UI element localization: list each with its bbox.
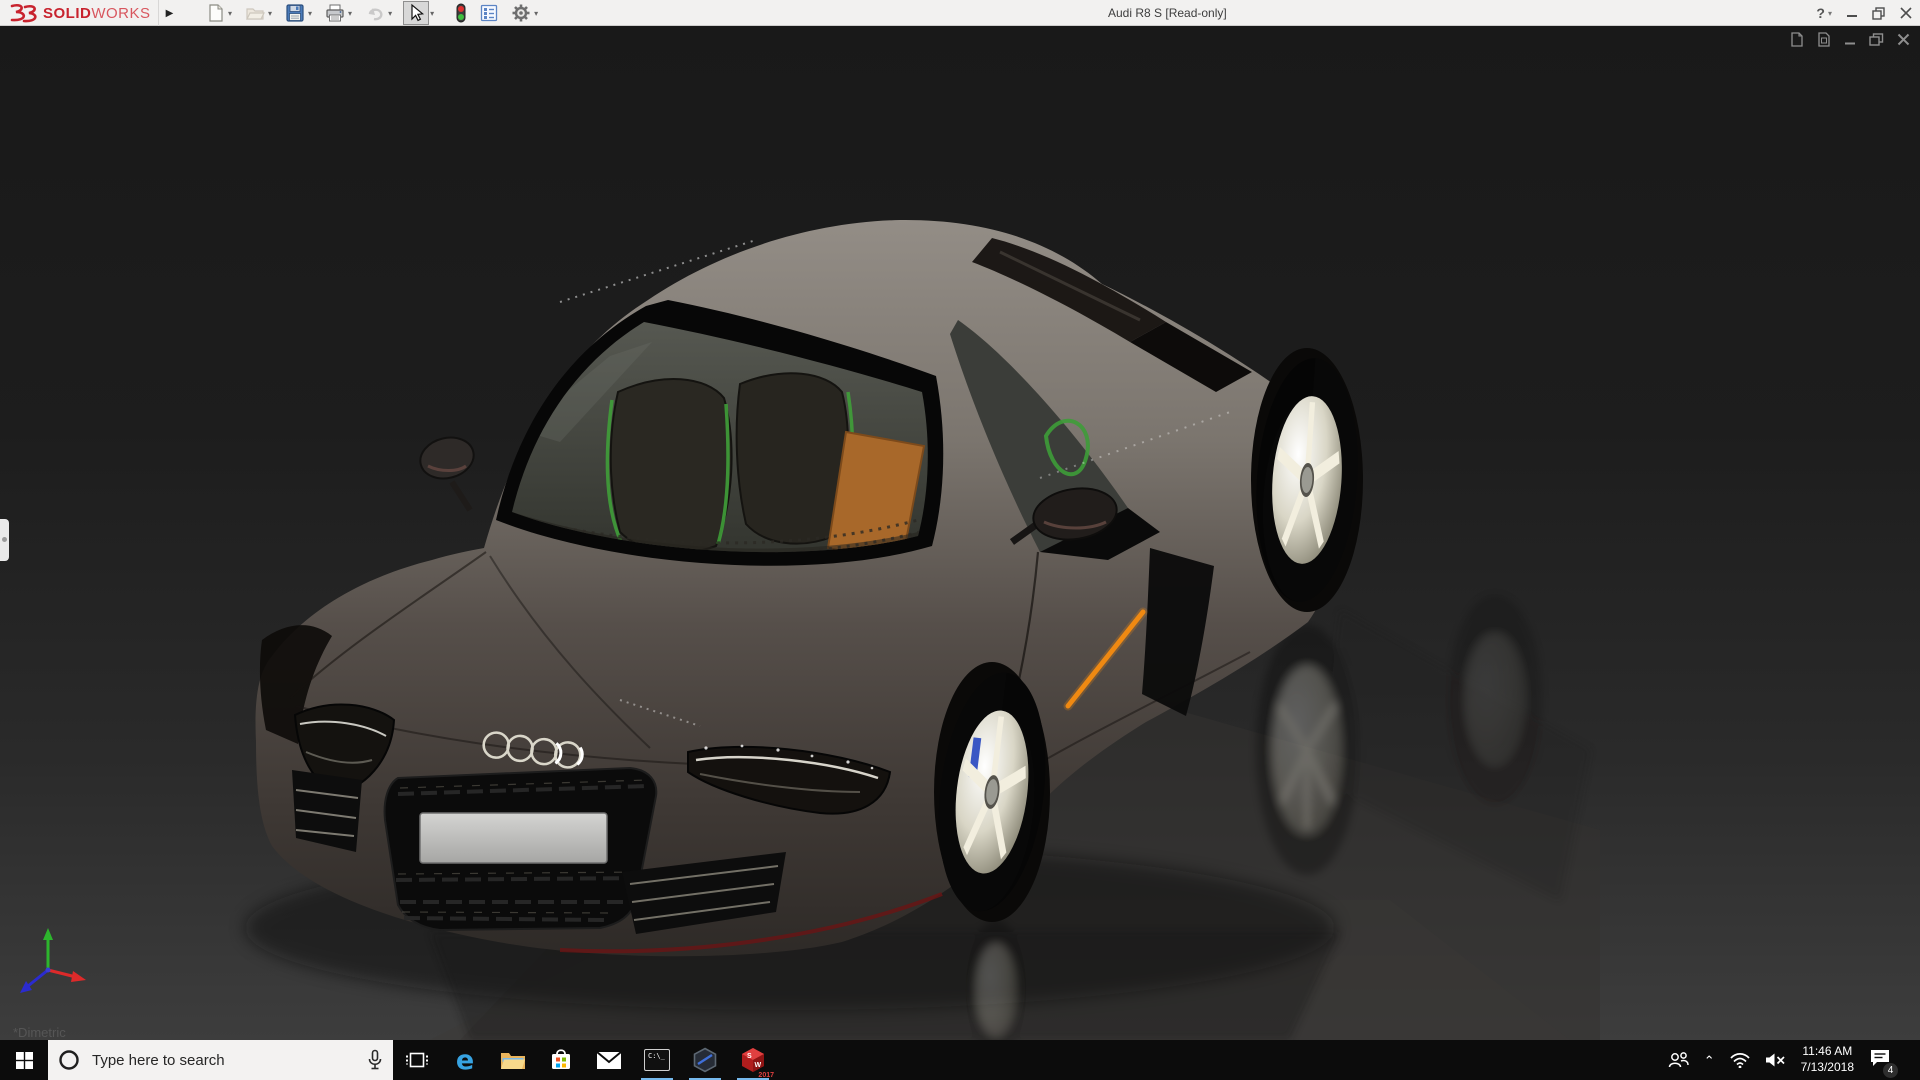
- orientation-triad: [14, 926, 92, 1000]
- help-dropdown-arrow: ▾: [1828, 9, 1832, 18]
- 3d-viewer-hexagon-icon: [692, 1047, 718, 1073]
- edge-icon: e: [456, 1047, 474, 1074]
- print-icon: [325, 3, 345, 23]
- search-input[interactable]: [90, 1051, 357, 1070]
- command-prompt-icon: C:\_: [644, 1049, 670, 1071]
- close-icon: [1900, 7, 1912, 19]
- minimize-button[interactable]: [1846, 7, 1858, 19]
- taskbar-3d-viewer-button[interactable]: [681, 1040, 729, 1080]
- taskbar-command-prompt-button[interactable]: C:\_: [633, 1040, 681, 1080]
- print-button[interactable]: [323, 1, 347, 25]
- graphics-area[interactable]: *Dimetric: [0, 26, 1920, 1040]
- open-folder-icon: [245, 3, 265, 23]
- undo-dropdown-arrow[interactable]: ▾: [388, 9, 392, 18]
- brand-text-works: WORKS: [91, 5, 150, 22]
- 3d-scene[interactable]: [0, 26, 1920, 1040]
- minimize-icon: [1846, 7, 1858, 19]
- side-mirror-left: [416, 432, 478, 510]
- brand-text-solid: SOLID: [43, 5, 91, 22]
- document-close-icon[interactable]: [1897, 33, 1910, 46]
- close-button[interactable]: [1900, 7, 1912, 19]
- solidworks-2017-icon: S W: [740, 1047, 766, 1073]
- mail-icon: [596, 1051, 622, 1070]
- file-properties-icon: [479, 3, 499, 23]
- svg-text:W: W: [755, 1062, 762, 1069]
- task-view-icon: [406, 1051, 428, 1069]
- license-plate: [420, 813, 607, 863]
- restore-icon: [1872, 7, 1886, 20]
- clock-time: 11:46 AM: [1801, 1044, 1854, 1060]
- save-floppy-icon: [285, 3, 305, 23]
- save-dropdown-arrow[interactable]: ▾: [308, 9, 312, 18]
- taskbar-mail-button[interactable]: [585, 1040, 633, 1080]
- taskbar-solidworks-button[interactable]: S W 2017: [729, 1040, 777, 1080]
- print-dropdown-arrow[interactable]: ▾: [348, 9, 352, 18]
- wifi-icon[interactable]: [1730, 1053, 1750, 1068]
- document-minimize-icon[interactable]: [1844, 34, 1856, 46]
- open-dropdown-arrow[interactable]: ▾: [268, 9, 272, 18]
- titlebar: SOLIDWORKS ▶ ▾ ▾: [0, 0, 1920, 26]
- menu-flyout-arrow[interactable]: ▶: [158, 0, 180, 26]
- cortana-icon: [58, 1049, 80, 1071]
- taskbar-clock[interactable]: 11:46 AM 7/13/2018: [1801, 1044, 1854, 1075]
- window-title: Audi R8 S [Read-only]: [1108, 6, 1227, 20]
- select-tool-button[interactable]: [403, 1, 429, 25]
- window-controls: ? ▾: [1816, 0, 1912, 26]
- taskbar-search[interactable]: [48, 1040, 393, 1080]
- svg-text:S: S: [747, 1053, 752, 1060]
- rebuild-button[interactable]: [453, 1, 469, 25]
- undo-button[interactable]: [363, 1, 387, 25]
- system-tray: ⌃ 11:46 AM 7/13/2018 4: [1668, 1040, 1920, 1080]
- start-button[interactable]: [0, 1040, 48, 1080]
- options-button[interactable]: [509, 1, 533, 25]
- store-icon: [549, 1048, 573, 1072]
- clock-date: 7/13/2018: [1801, 1060, 1854, 1076]
- people-icon[interactable]: [1668, 1052, 1689, 1068]
- windows-taskbar: e C:\_: [0, 1040, 1920, 1080]
- tray-expand-chevron[interactable]: ⌃: [1704, 1053, 1715, 1069]
- solidworks-logo: SOLIDWORKS: [6, 0, 151, 26]
- rebuild-stoplight-icon: [455, 3, 467, 23]
- save-button[interactable]: [283, 1, 307, 25]
- help-button[interactable]: ? ▾: [1816, 5, 1832, 21]
- document-restore-down-icon[interactable]: [1869, 33, 1884, 46]
- options-gear-icon: [511, 3, 531, 23]
- notification-badge: 4: [1883, 1063, 1898, 1078]
- windows-logo-icon: [16, 1052, 33, 1069]
- new-document-button[interactable]: [205, 1, 227, 25]
- new-dropdown-arrow[interactable]: ▾: [228, 9, 232, 18]
- select-dropdown-arrow[interactable]: ▾: [430, 9, 434, 18]
- taskbar-file-explorer-button[interactable]: [489, 1040, 537, 1080]
- file-explorer-icon: [500, 1050, 526, 1071]
- restore-button[interactable]: [1872, 7, 1886, 20]
- action-center-button[interactable]: 4: [1869, 1048, 1891, 1073]
- file-properties-button[interactable]: [477, 1, 501, 25]
- options-dropdown-arrow[interactable]: ▾: [534, 9, 538, 18]
- document-new-window-icon[interactable]: [1817, 32, 1831, 47]
- volume-muted-icon[interactable]: [1765, 1052, 1786, 1068]
- taskbar-edge-button[interactable]: e: [441, 1040, 489, 1080]
- solidworks-3s-icon: [6, 2, 40, 24]
- side-blade: [1142, 548, 1214, 716]
- new-document-icon: [207, 3, 225, 23]
- main-toolbar: ▾ ▾ ▾: [205, 0, 541, 26]
- document-restore-icon[interactable]: [1790, 32, 1804, 47]
- view-orientation-label: *Dimetric: [13, 1025, 66, 1040]
- select-arrow-icon: [406, 3, 426, 23]
- taskbar-store-button[interactable]: [537, 1040, 585, 1080]
- open-button[interactable]: [243, 1, 267, 25]
- microphone-icon[interactable]: [367, 1049, 383, 1071]
- front-grille: [385, 768, 657, 930]
- task-view-button[interactable]: [393, 1040, 441, 1080]
- undo-icon: [365, 4, 385, 22]
- document-window-controls: [1790, 32, 1910, 47]
